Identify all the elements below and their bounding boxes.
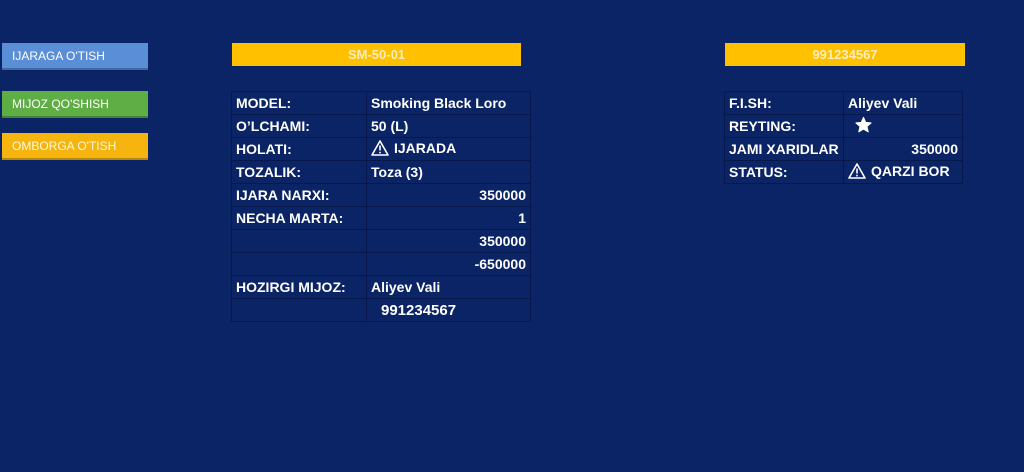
table-row: 350000 — [231, 229, 531, 253]
table-row: -650000 — [231, 252, 531, 276]
table-row: IJARA NARXI: 350000 — [231, 183, 531, 207]
status-value: QARZI BOR — [871, 162, 950, 179]
empty-label — [231, 252, 367, 276]
star-icon — [854, 116, 873, 134]
model-label: MODEL: — [231, 91, 367, 115]
rent-nav-button[interactable]: IJARAGA O'TISH — [2, 43, 148, 70]
table-row: HOLATI: IJARADA — [231, 137, 531, 161]
product-code-header: SM-50-01 — [232, 43, 521, 66]
total-purchases-label: JAMI XARIDLAR — [724, 137, 844, 161]
rent-count-label: NECHA MARTA: — [231, 206, 367, 230]
table-row: STATUS: QARZI BOR — [724, 160, 963, 184]
rent-count-value[interactable]: 1 — [366, 206, 531, 230]
table-row: HOZIRGI MIJOZ: Aliyev Vali — [231, 275, 531, 299]
table-row: NECHA MARTA: 1 — [231, 206, 531, 230]
rent-price-value[interactable]: 350000 — [366, 183, 531, 207]
rating-label: REYTING: — [724, 114, 844, 138]
warning-icon — [848, 162, 866, 179]
full-name-value[interactable]: Aliyev Vali — [843, 91, 963, 115]
table-row: MODEL: Smoking Black Loro — [231, 91, 531, 115]
table-row: 991234567 — [231, 298, 531, 322]
total-purchases-value[interactable]: 350000 — [843, 137, 963, 161]
state-value: IJARADA — [394, 139, 457, 156]
cleanliness-label: TOZALIK: — [231, 160, 367, 184]
empty-label — [231, 229, 367, 253]
customer-phone-header: 991234567 — [725, 43, 965, 66]
model-value[interactable]: Smoking Black Loro — [366, 91, 531, 115]
warning-icon — [371, 139, 389, 156]
status-value-cell[interactable]: QARZI BOR — [843, 160, 963, 184]
current-client-label: HOZIRGI MIJOZ: — [231, 275, 367, 299]
table-row: O’LCHAMI: 50 (L) — [231, 114, 531, 138]
size-value[interactable]: 50 (L) — [366, 114, 531, 138]
balance-value[interactable]: -650000 — [366, 252, 531, 276]
table-row: F.I.SH: Aliyev Vali — [724, 91, 963, 115]
current-client-value[interactable]: Aliyev Vali — [366, 275, 531, 299]
empty-label — [231, 298, 367, 322]
rent-price-label: IJARA NARXI: — [231, 183, 367, 207]
warehouse-nav-button[interactable]: OMBORGA O'TISH — [2, 133, 148, 160]
add-client-nav-button[interactable]: MIJOZ QO'SHISH — [2, 91, 148, 118]
rating-value[interactable] — [843, 114, 963, 138]
customer-details-table: F.I.SH: Aliyev Vali REYTING: JAMI XARIDL… — [724, 91, 963, 184]
table-row: TOZALIK: Toza (3) — [231, 160, 531, 184]
state-value-cell[interactable]: IJARADA — [366, 137, 531, 161]
product-details-table: MODEL: Smoking Black Loro O’LCHAMI: 50 (… — [231, 91, 531, 322]
state-label: HOLATI: — [231, 137, 367, 161]
total-value[interactable]: 350000 — [366, 229, 531, 253]
size-label: O’LCHAMI: — [231, 114, 367, 138]
current-client-phone[interactable]: 991234567 — [366, 298, 531, 322]
table-row: JAMI XARIDLAR 350000 — [724, 137, 963, 161]
cleanliness-value[interactable]: Toza (3) — [366, 160, 531, 184]
table-row: REYTING: — [724, 114, 963, 138]
status-label: STATUS: — [724, 160, 844, 184]
full-name-label: F.I.SH: — [724, 91, 844, 115]
